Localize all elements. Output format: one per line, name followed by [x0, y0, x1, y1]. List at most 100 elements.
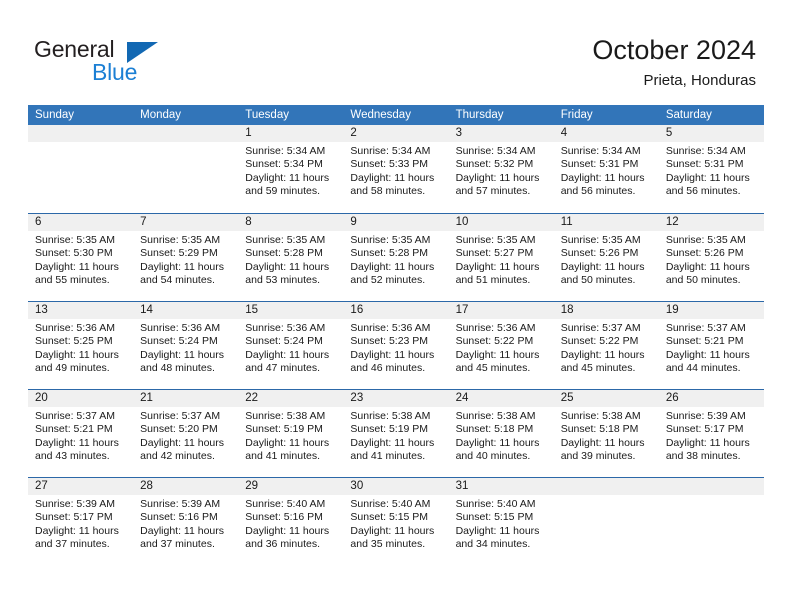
calendar-day-cell[interactable]: 14 Sunrise: 5:36 AM Sunset: 5:24 PM Dayligh…	[133, 302, 239, 389]
day-details: Sunrise: 5:34 AM Sunset: 5:33 PM Daylight:…	[343, 142, 448, 198]
calendar-day-cell[interactable]: 13 Sunrise: 5:36 AM Sunset: 5:25 PM Dayligh…	[28, 302, 134, 389]
day-number	[658, 478, 764, 495]
calendar-day-cell[interactable]: 5 Sunrise: 5:34 AM Sunset: 5:31 PM Daylight…	[658, 125, 764, 213]
calendar-day-cell[interactable]: 12 Sunrise: 5:35 AM Sunset: 5:26 PM Dayligh…	[658, 214, 764, 301]
calendar-day-cell[interactable]: 11 Sunrise: 5:35 AM Sunset: 5:26 PM Dayligh…	[553, 214, 659, 301]
calendar-day-cell[interactable]: 10 Sunrise: 5:35 AM Sunset: 5:27 PM Dayligh…	[448, 214, 554, 301]
calendar-day-cell[interactable]: 7 Sunrise: 5:35 AM Sunset: 5:29 PM Daylight…	[133, 214, 239, 301]
calendar-day-cell[interactable]: 23 Sunrise: 5:38 AM Sunset: 5:19 PM Dayligh…	[343, 390, 449, 477]
daylight-text: Daylight: 11 hours and 34 minutes.	[455, 524, 540, 550]
day-number	[133, 125, 239, 142]
sunrise-text: Sunrise: 5:35 AM	[455, 234, 536, 246]
sunset-text: Sunset: 5:24 PM	[140, 335, 218, 348]
sunrise-text: Sunrise: 5:36 AM	[245, 322, 326, 334]
day-number: 31	[448, 478, 554, 495]
weekday-header-tuesday: Tuesday	[245, 109, 289, 121]
sunset-text: Sunset: 5:29 PM	[140, 247, 218, 260]
daylight-text: Daylight: 11 hours and 46 minutes.	[350, 348, 435, 374]
sunrise-text: Sunrise: 5:35 AM	[665, 234, 746, 246]
day-details: Sunrise: 5:40 AM Sunset: 5:15 PM Daylight:…	[449, 495, 554, 551]
day-number: 3	[448, 125, 554, 142]
day-details: Sunrise: 5:38 AM Sunset: 5:19 PM Daylight:…	[238, 407, 343, 463]
calendar-day-cell[interactable]: 25 Sunrise: 5:38 AM Sunset: 5:18 PM Dayligh…	[553, 390, 659, 477]
sunset-text: Sunset: 5:32 PM	[455, 158, 534, 171]
sunset-text: Sunset: 5:19 PM	[245, 423, 323, 436]
logo-text-blue: Blue	[92, 59, 138, 85]
calendar-day-cell[interactable]: 30 Sunrise: 5:40 AM Sunset: 5:15 PM Dayligh…	[343, 478, 449, 565]
sunrise-text: Sunrise: 5:38 AM	[455, 410, 536, 422]
day-number: 19	[658, 302, 764, 319]
sunset-text: Sunset: 5:21 PM	[665, 335, 744, 348]
calendar-day-cell[interactable]: 17 Sunrise: 5:36 AM Sunset: 5:22 PM Dayligh…	[448, 302, 554, 389]
day-details: Sunrise: 5:35 AM Sunset: 5:28 PM Daylight:…	[238, 231, 343, 287]
calendar-day-cell[interactable]: 31 Sunrise: 5:40 AM Sunset: 5:15 PM Dayligh…	[448, 478, 554, 565]
day-number: 21	[133, 390, 239, 407]
day-details: Sunrise: 5:36 AM Sunset: 5:22 PM Daylight:…	[449, 319, 554, 375]
calendar-day-cell[interactable]: 1 Sunrise: 5:34 AM Sunset: 5:34 PM Daylight…	[238, 125, 344, 213]
day-number: 17	[448, 302, 554, 319]
general-blue-logo[interactable]: General Blue	[34, 36, 214, 88]
sunset-text: Sunset: 5:31 PM	[665, 158, 744, 171]
calendar-day-cell[interactable]: 15 Sunrise: 5:36 AM Sunset: 5:24 PM Dayligh…	[238, 302, 344, 389]
day-details: Sunrise: 5:35 AM Sunset: 5:29 PM Daylight:…	[133, 231, 238, 287]
sunrise-text: Sunrise: 5:34 AM	[350, 145, 431, 157]
calendar-day-cell[interactable]: 22 Sunrise: 5:38 AM Sunset: 5:19 PM Dayligh…	[238, 390, 344, 477]
calendar-day-cell[interactable]: 6 Sunrise: 5:35 AM Sunset: 5:30 PM Daylight…	[28, 214, 134, 301]
daylight-text: Daylight: 11 hours and 41 minutes.	[245, 436, 330, 462]
day-number	[28, 125, 134, 142]
sunrise-text: Sunrise: 5:37 AM	[560, 322, 641, 334]
day-number: 9	[343, 214, 449, 231]
calendar-day-cell[interactable]: 29 Sunrise: 5:40 AM Sunset: 5:16 PM Dayligh…	[238, 478, 344, 565]
calendar-day-cell[interactable]: 8 Sunrise: 5:35 AM Sunset: 5:28 PM Daylight…	[238, 214, 344, 301]
day-number: 4	[553, 125, 659, 142]
calendar-day-cell[interactable]: 20 Sunrise: 5:37 AM Sunset: 5:21 PM Dayligh…	[28, 390, 134, 477]
calendar-day-cell[interactable]: 18 Sunrise: 5:37 AM Sunset: 5:22 PM Dayligh…	[553, 302, 659, 389]
day-number: 12	[658, 214, 764, 231]
sunset-text: Sunset: 5:17 PM	[665, 423, 744, 436]
calendar-grid: Sunday Monday Tuesday Wednesday Thursday…	[28, 105, 764, 565]
sunset-text: Sunset: 5:34 PM	[245, 158, 323, 171]
calendar-day-cell[interactable]: 26 Sunrise: 5:39 AM Sunset: 5:17 PM Dayligh…	[658, 390, 764, 477]
calendar-day-cell[interactable]: 16 Sunrise: 5:36 AM Sunset: 5:23 PM Dayligh…	[343, 302, 449, 389]
calendar-day-cell[interactable]: 21 Sunrise: 5:37 AM Sunset: 5:20 PM Dayligh…	[133, 390, 239, 477]
calendar-day-cell[interactable]: 2 Sunrise: 5:34 AM Sunset: 5:33 PM Daylight…	[343, 125, 449, 213]
sunset-text: Sunset: 5:33 PM	[350, 158, 429, 171]
daylight-text: Daylight: 11 hours and 44 minutes.	[665, 348, 750, 374]
daylight-text: Daylight: 11 hours and 45 minutes.	[455, 348, 540, 374]
daylight-text: Daylight: 11 hours and 55 minutes.	[35, 260, 119, 286]
sunset-text: Sunset: 5:17 PM	[35, 511, 113, 524]
day-number: 15	[238, 302, 344, 319]
daylight-text: Daylight: 11 hours and 42 minutes.	[140, 436, 224, 462]
day-number: 18	[553, 302, 659, 319]
page-title: October 2024	[592, 35, 756, 65]
calendar-day-cell[interactable]: 3 Sunrise: 5:34 AM Sunset: 5:32 PM Daylight…	[448, 125, 554, 213]
sunrise-text: Sunrise: 5:34 AM	[455, 145, 536, 157]
day-number: 27	[28, 478, 134, 495]
daylight-text: Daylight: 11 hours and 51 minutes.	[455, 260, 540, 286]
weekday-header-thursday: Thursday	[455, 109, 504, 121]
calendar-day-cell[interactable]: 27 Sunrise: 5:39 AM Sunset: 5:17 PM Dayligh…	[28, 478, 134, 565]
day-details: Sunrise: 5:36 AM Sunset: 5:24 PM Daylight:…	[133, 319, 238, 375]
day-number: 23	[343, 390, 449, 407]
calendar-day-cell[interactable]: 19 Sunrise: 5:37 AM Sunset: 5:21 PM Dayligh…	[658, 302, 764, 389]
day-number: 25	[553, 390, 659, 407]
day-details: Sunrise: 5:35 AM Sunset: 5:28 PM Daylight:…	[343, 231, 448, 287]
day-number: 11	[553, 214, 659, 231]
calendar-cell-empty	[133, 125, 239, 213]
calendar-day-cell[interactable]: 28 Sunrise: 5:39 AM Sunset: 5:16 PM Dayligh…	[133, 478, 239, 565]
weekday-header-monday: Monday	[140, 109, 182, 121]
day-details: Sunrise: 5:35 AM Sunset: 5:26 PM Daylight:…	[554, 231, 659, 287]
daylight-text: Daylight: 11 hours and 50 minutes.	[665, 260, 750, 286]
sunrise-text: Sunrise: 5:37 AM	[140, 410, 221, 422]
sunrise-text: Sunrise: 5:36 AM	[140, 322, 221, 334]
calendar-day-cell[interactable]: 24 Sunrise: 5:38 AM Sunset: 5:18 PM Dayligh…	[448, 390, 554, 477]
day-details: Sunrise: 5:37 AM Sunset: 5:21 PM Daylight:…	[28, 407, 133, 463]
day-details: Sunrise: 5:38 AM Sunset: 5:19 PM Daylight:…	[343, 407, 448, 463]
page-header: General Blue October 2024 Prieta, Hondur…	[0, 0, 792, 100]
sunset-text: Sunset: 5:16 PM	[140, 511, 218, 524]
calendar-week-row: 20 Sunrise: 5:37 AM Sunset: 5:21 PM Dayligh…	[28, 389, 764, 477]
calendar-day-cell[interactable]: 9 Sunrise: 5:35 AM Sunset: 5:28 PM Daylight…	[343, 214, 449, 301]
title-block: October 2024 Prieta, Honduras	[592, 34, 756, 90]
calendar-weeks: 1 Sunrise: 5:34 AM Sunset: 5:34 PM Daylight…	[28, 125, 764, 565]
calendar-day-cell[interactable]: 4 Sunrise: 5:34 AM Sunset: 5:31 PM Daylight…	[553, 125, 659, 213]
